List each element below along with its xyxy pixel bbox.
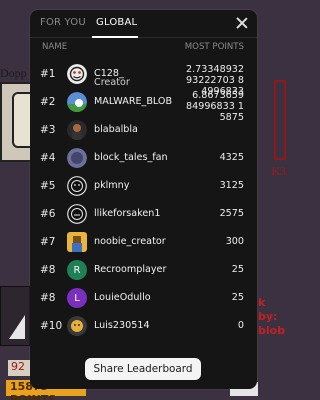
blabalbla-avatar-icon	[67, 120, 87, 140]
recroom-avatar-icon: R	[67, 260, 87, 280]
noobie-avatar-icon	[67, 232, 87, 252]
row-rank: #6	[40, 208, 56, 220]
header-points: MOST POINTS	[184, 42, 244, 52]
malware-avatar-icon	[67, 92, 87, 112]
strip-bar	[9, 315, 25, 339]
row-points: 300	[225, 236, 244, 247]
row-points: 0	[237, 320, 244, 331]
row-role: Creator	[94, 77, 130, 88]
leaderboard-row[interactable]: #1 C128_ Creator 2.7334893293222703 8499…	[30, 60, 257, 97]
leaderboard-row[interactable]: #10 Luis230514 0	[30, 312, 257, 340]
background-red-frame	[274, 80, 286, 160]
leaderboard-row[interactable]: #7 noobie_creator 300	[30, 228, 257, 256]
leaderboard-row[interactable]: #3 blabalbla	[30, 116, 257, 144]
row-rank: #3	[40, 124, 56, 136]
leaderboard-row[interactable]: #2 MALWARE_BLOB 6.8673659 84996833 15875	[30, 88, 257, 123]
c128-avatar-icon	[67, 64, 87, 84]
row-username: Recroomplayer	[94, 264, 167, 275]
row-points: 25	[231, 292, 244, 303]
background-red-letters: K3	[271, 164, 286, 178]
column-headers: NAME MOST POINTS	[30, 42, 257, 56]
tab-bar: FOR YOU GLOBAL	[30, 10, 257, 38]
row-points: 25	[231, 264, 244, 275]
leaderboard-modal: FOR YOU GLOBAL NAME MOST POINTS #1 C128_…	[30, 10, 257, 389]
row-points: 4325	[219, 152, 244, 163]
background-title: Dopp	[0, 66, 27, 80]
blocktales-avatar-icon	[67, 148, 87, 168]
row-username: noobie_creator	[94, 236, 166, 247]
row-username: LouieOdullo	[94, 292, 151, 303]
active-tab-indicator	[92, 36, 138, 38]
leaderboard-row[interactable]: #8 R Recroomplayer 25	[30, 256, 257, 284]
row-username: Luis230514	[94, 320, 150, 331]
row-username: blabalbla	[94, 124, 138, 135]
louie-avatar-icon: L	[67, 288, 87, 308]
row-rank: #2	[40, 96, 56, 108]
leaderboard-row[interactable]: #4 block_tales_fan 4325	[30, 144, 257, 172]
close-icon[interactable]	[233, 14, 251, 32]
row-rank: #5	[40, 180, 56, 192]
leaderboard-row[interactable]: #5 pklmny 3125	[30, 172, 257, 200]
background-credit: k by: blob	[258, 296, 286, 337]
leaderboard-row[interactable]: #8 L LouieOdullo 25	[30, 284, 257, 312]
row-rank: #10	[40, 320, 63, 332]
pklmny-avatar-icon	[67, 176, 87, 196]
row-points: 3125	[219, 180, 244, 191]
row-rank: #8	[40, 292, 56, 304]
row-rank: #1	[40, 68, 56, 80]
luis-avatar-icon	[67, 316, 87, 336]
row-username: block_tales_fan	[94, 152, 168, 163]
header-name: NAME	[42, 42, 68, 52]
tab-for-you[interactable]: FOR YOU	[40, 17, 86, 28]
row-username: llikeforsaken1	[94, 208, 161, 219]
forsaken-avatar-icon	[67, 204, 87, 224]
row-rank: #4	[40, 152, 56, 164]
row-username: MALWARE_BLOB	[94, 96, 173, 107]
share-leaderboard-button[interactable]: Share Leaderboard	[85, 358, 201, 380]
row-points: 2575	[219, 208, 244, 219]
row-rank: #8	[40, 264, 56, 276]
leaderboard-row[interactable]: #6 llikeforsaken1 2575	[30, 200, 257, 228]
background-strip	[0, 286, 30, 346]
row-rank: #7	[40, 236, 56, 248]
tab-global[interactable]: GLOBAL	[96, 17, 137, 28]
row-username: pklmny	[94, 180, 130, 191]
